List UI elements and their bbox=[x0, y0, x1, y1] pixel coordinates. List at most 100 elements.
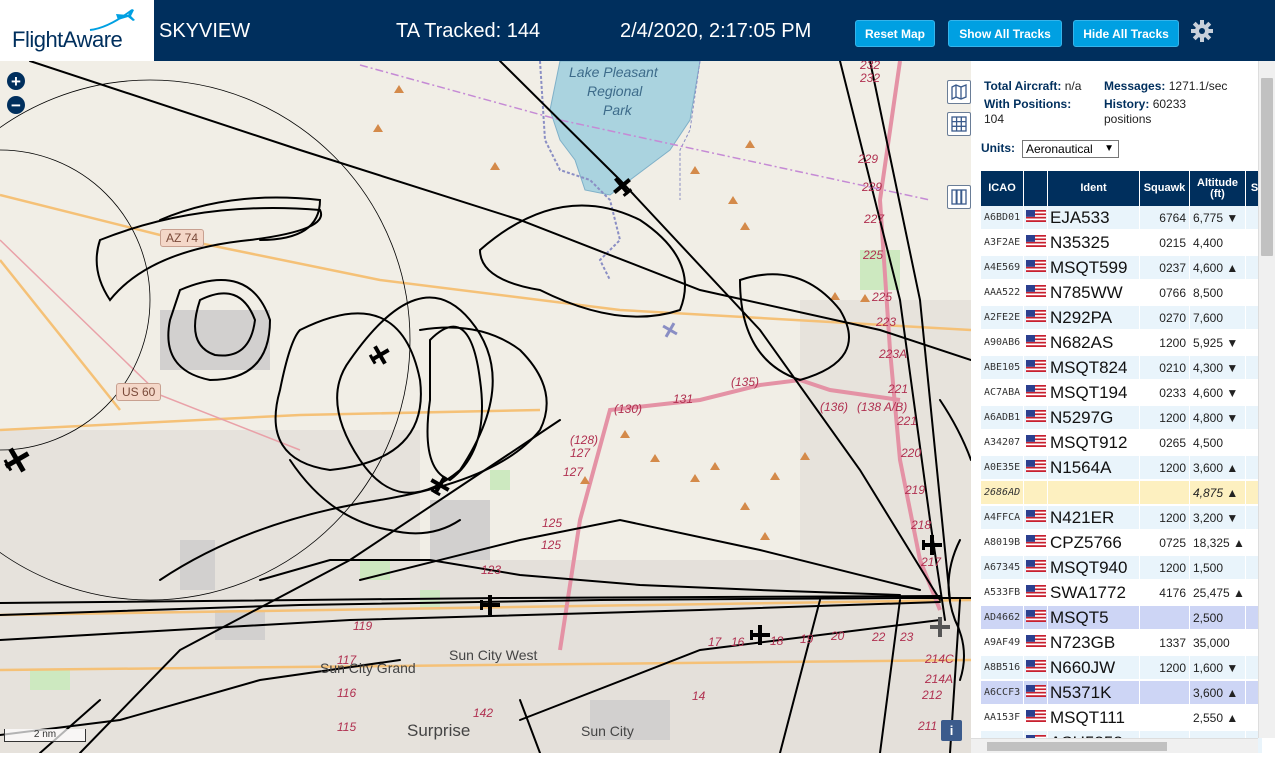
flightaware-logo[interactable]: FlightAware bbox=[0, 0, 154, 61]
road-number: 212 bbox=[922, 688, 943, 702]
zoom-out-button[interactable]: − bbox=[7, 96, 25, 114]
cell-squawk bbox=[1140, 681, 1190, 705]
table-row[interactable]: A2FE2E N292PA 0270 7,600 bbox=[981, 306, 1263, 331]
cell-flag bbox=[1024, 306, 1048, 330]
road-number: 227 bbox=[864, 212, 885, 226]
us-flag-icon bbox=[1025, 259, 1046, 277]
cell-icao: A533FB bbox=[981, 581, 1024, 605]
cell-squawk: 0233 bbox=[1140, 381, 1190, 405]
cell-ident: MSQT912 bbox=[1048, 431, 1140, 455]
table-row[interactable]: A3F2AE N35325 0215 4,400 bbox=[981, 231, 1263, 256]
table-row[interactable]: A8B516 N660JW 1200 1,600 ▼ bbox=[981, 656, 1263, 681]
cell-icao: AAA522 bbox=[981, 281, 1024, 305]
road-number: 117 bbox=[337, 653, 357, 667]
cell-altitude: 4,600 ▲ bbox=[1190, 256, 1246, 280]
table-row[interactable]: 2686AD 4,875 ▲ bbox=[981, 481, 1263, 506]
road-number: 217 bbox=[921, 555, 942, 569]
road-number: (130) bbox=[614, 402, 643, 416]
table-row[interactable]: AD4662 MSQT5 2,500 bbox=[981, 606, 1263, 631]
table-row[interactable]: AC7ABA MSQT194 0233 4,600 ▼ bbox=[981, 381, 1263, 406]
cell-altitude: 6,775 ▼ bbox=[1190, 206, 1246, 230]
cell-icao: A2FE2E bbox=[981, 306, 1024, 330]
col-ident[interactable]: Ident bbox=[1048, 171, 1140, 206]
table-row[interactable]: A6BD01 EJA533 6764 6,775 ▼ bbox=[981, 206, 1263, 231]
road-number: 115 bbox=[337, 720, 357, 734]
us-flag-icon bbox=[1025, 359, 1046, 377]
us-flag-icon bbox=[1025, 684, 1046, 702]
table-row[interactable]: AAA522 N785WW 0766 8,500 bbox=[981, 281, 1263, 306]
units-select[interactable]: Aeronautical ▼ bbox=[1022, 140, 1119, 158]
cell-altitude: 1,500 bbox=[1190, 556, 1246, 580]
road-number: 220 bbox=[901, 446, 922, 460]
cell-flag bbox=[1024, 231, 1048, 255]
reset-map-button[interactable]: Reset Map bbox=[855, 20, 935, 47]
cell-ident: MSQT111 bbox=[1048, 706, 1140, 730]
messages: Messages: 1271.1/sec bbox=[1104, 79, 1227, 93]
zoom-in-button[interactable]: + bbox=[7, 72, 25, 90]
col-icao[interactable]: ICAO bbox=[981, 171, 1024, 206]
table-row[interactable]: AA153F MSQT111 2,550 ▲ bbox=[981, 706, 1263, 731]
cell-altitude: 1,600 ▼ bbox=[1190, 656, 1246, 680]
cell-flag bbox=[1024, 406, 1048, 430]
cell-squawk: 6764 bbox=[1140, 206, 1190, 230]
gear-icon[interactable] bbox=[1190, 19, 1214, 43]
cell-squawk bbox=[1140, 706, 1190, 730]
horizontal-scrollbar[interactable] bbox=[971, 738, 1258, 753]
table-row[interactable]: A90AB6 N682AS 1200 5,925 ▼ bbox=[981, 331, 1263, 356]
scroll-thumb[interactable] bbox=[1261, 78, 1273, 256]
us-flag-icon bbox=[1025, 509, 1046, 527]
table-row[interactable]: A9AF49 N723GB 1337 35,000 bbox=[981, 631, 1263, 656]
cell-ident: N660JW bbox=[1048, 656, 1140, 680]
table-row[interactable]: A4FFCA N421ER 1200 3,200 ▼ bbox=[981, 506, 1263, 531]
road-number: 20 bbox=[831, 629, 845, 643]
units-selected-value: Aeronautical bbox=[1026, 142, 1093, 156]
cell-icao: A67345 bbox=[981, 556, 1024, 580]
cell-flag bbox=[1024, 581, 1048, 605]
table-row[interactable]: A67345 MSQT940 1200 1,500 bbox=[981, 556, 1263, 581]
cell-flag bbox=[1024, 356, 1048, 380]
cell-icao: A8019B bbox=[981, 531, 1024, 555]
cell-altitude: 3,200 ▼ bbox=[1190, 506, 1246, 530]
grid-toggle-button[interactable] bbox=[947, 112, 971, 136]
columns-toggle-button[interactable] bbox=[947, 185, 971, 209]
scale-bar: 2 nm bbox=[4, 729, 86, 742]
map-view[interactable]: + − Lake Pleasant Regional Park Sun City… bbox=[0, 61, 971, 753]
road-number: 229 bbox=[862, 180, 883, 194]
with-positions: With Positions: bbox=[984, 97, 1071, 111]
cell-flag bbox=[1024, 281, 1048, 305]
col-squawk[interactable]: Squawk bbox=[1140, 171, 1190, 206]
cell-altitude: 25,475 ▲ bbox=[1190, 581, 1246, 605]
us-flag-icon bbox=[1025, 559, 1046, 577]
cell-altitude: 7,600 bbox=[1190, 306, 1246, 330]
table-row[interactable]: A533FB SWA1772 4176 25,475 ▲ bbox=[981, 581, 1263, 606]
road-number: 17 bbox=[708, 635, 722, 649]
table-row[interactable]: A34207 MSQT912 0265 4,500 bbox=[981, 431, 1263, 456]
hide-all-tracks-button[interactable]: Hide All Tracks bbox=[1073, 20, 1179, 47]
road-number: 116 bbox=[337, 686, 357, 700]
cell-ident: N5371K bbox=[1048, 681, 1140, 705]
cell-altitude: 4,800 ▼ bbox=[1190, 406, 1246, 430]
col-altitude[interactable]: Altitude (ft) bbox=[1190, 171, 1246, 206]
cell-icao: A3F2AE bbox=[981, 231, 1024, 255]
table-row[interactable]: A8019B CPZ5766 0725 18,325 ▲ bbox=[981, 531, 1263, 556]
map-layer-button[interactable] bbox=[947, 80, 971, 104]
road-number: 221 bbox=[897, 414, 918, 428]
table-row[interactable]: A6CCF3 N5371K 3,600 ▲ bbox=[981, 681, 1263, 706]
total-aircraft: Total Aircraft: n/a bbox=[984, 79, 1081, 93]
info-button[interactable]: i bbox=[941, 720, 962, 741]
table-row[interactable]: A0E35E N1564A 1200 3,600 ▲ bbox=[981, 456, 1263, 481]
cell-squawk: 1200 bbox=[1140, 556, 1190, 580]
cell-squawk: 0237 bbox=[1140, 256, 1190, 280]
cell-ident: N292PA bbox=[1048, 306, 1140, 330]
scroll-thumb[interactable] bbox=[987, 742, 1167, 751]
table-row[interactable]: A6ADB1 N5297G 1200 4,800 ▼ bbox=[981, 406, 1263, 431]
cell-squawk: 0265 bbox=[1140, 431, 1190, 455]
top-bar: FlightAware SKYVIEW TA Tracked: 144 2/4/… bbox=[0, 0, 1275, 61]
table-row[interactable]: ABE105 MSQT824 0210 4,300 ▼ bbox=[981, 356, 1263, 381]
show-all-tracks-button[interactable]: Show All Tracks bbox=[948, 20, 1062, 47]
cell-ident: N35325 bbox=[1048, 231, 1140, 255]
table-row[interactable]: A4E569 MSQT599 0237 4,600 ▲ bbox=[981, 256, 1263, 281]
road-number: (136) bbox=[820, 400, 849, 414]
col-flag[interactable] bbox=[1024, 171, 1048, 206]
vertical-scrollbar[interactable] bbox=[1258, 61, 1275, 738]
